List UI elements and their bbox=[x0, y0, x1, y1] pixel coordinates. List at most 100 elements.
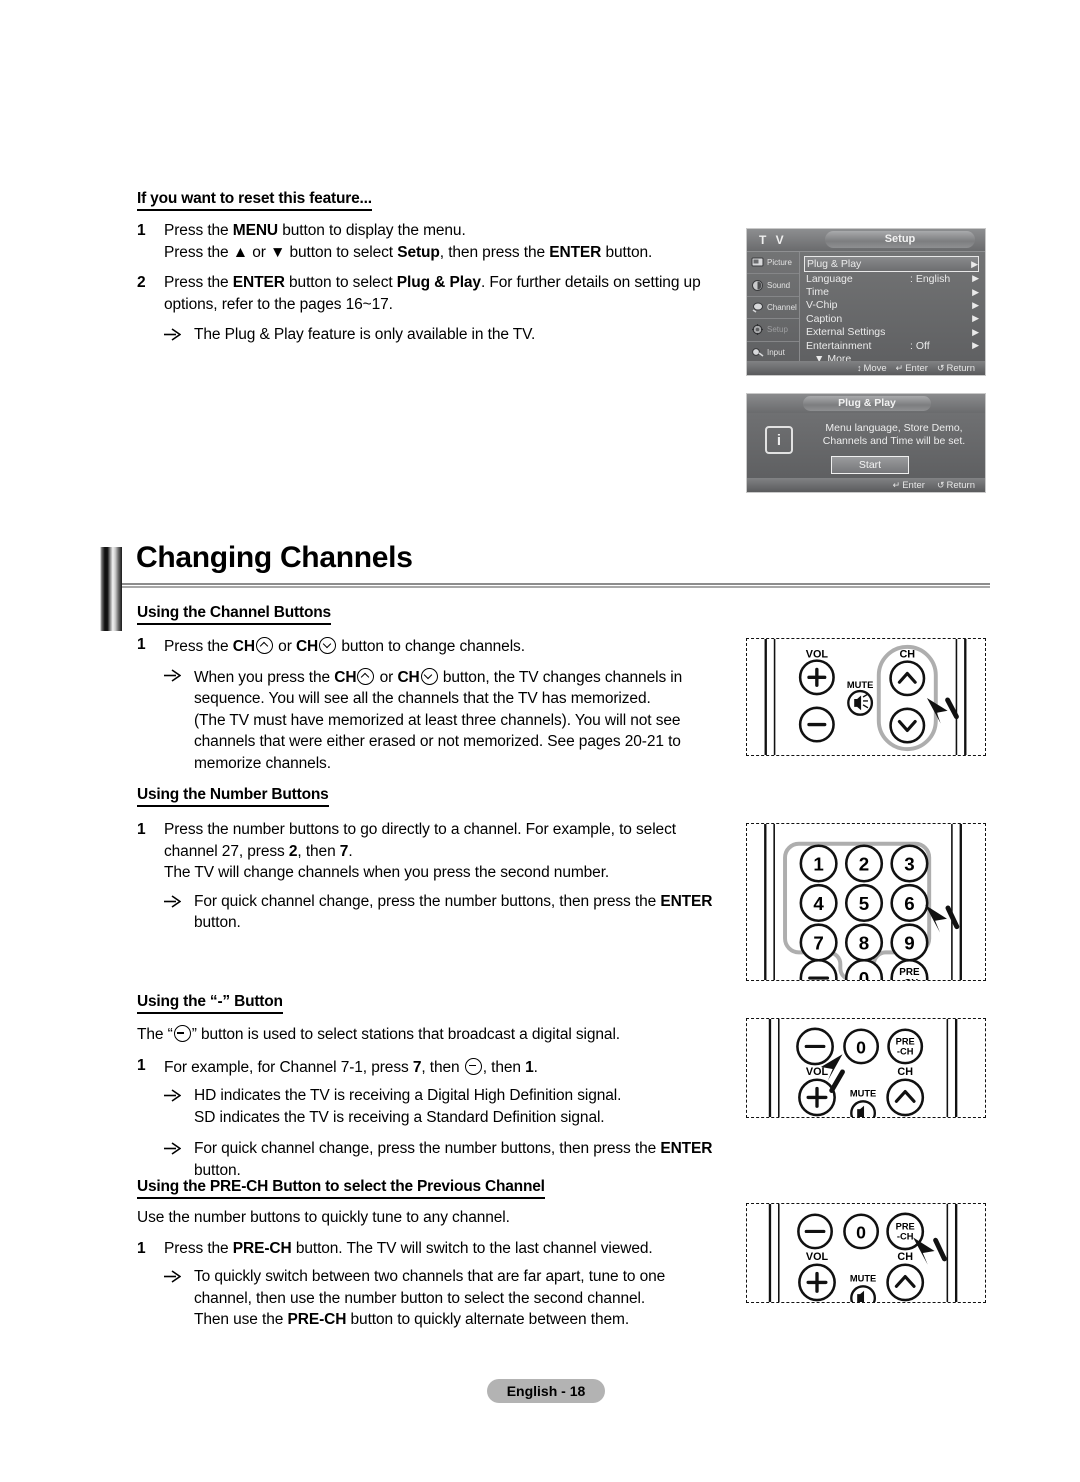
start-button[interactable]: Start bbox=[831, 456, 909, 474]
osd-row-entertainment[interactable]: Entertainment : Off ▶ bbox=[806, 339, 979, 352]
sidebar-item-channel[interactable]: Channel bbox=[747, 297, 799, 320]
note-text: HD indicates the TV is receiving a Digit… bbox=[194, 1085, 732, 1128]
input-icon bbox=[751, 346, 764, 359]
hint-label: Move bbox=[863, 362, 887, 374]
osd-row-vchip[interactable]: V-Chip ▶ bbox=[806, 299, 979, 312]
mute-label: MUTE bbox=[850, 1273, 876, 1283]
note-arrow-icon bbox=[164, 665, 194, 775]
minus-note-2: For quick channel change, press the numb… bbox=[164, 1138, 732, 1181]
reset-section-heading: If you want to reset this feature... bbox=[137, 190, 372, 211]
sidebar-item-sound[interactable]: Sound bbox=[747, 274, 799, 297]
step-number: 1 bbox=[137, 1056, 146, 1074]
enter-keyword: ENTER bbox=[660, 892, 713, 910]
step-text: For example, for Channel 7-1, press 7, t… bbox=[164, 1055, 732, 1079]
remote-keypad-svg: 1 2 3 4 5 6 7 8 9 0 PRE -CH bbox=[764, 824, 962, 980]
channel-buttons-heading: Using the Channel Buttons bbox=[137, 604, 331, 625]
t: or bbox=[248, 243, 271, 261]
osd-menu-list: Plug & Play ▶ Language : English ▶ Time … bbox=[800, 252, 985, 365]
pnp-message-line1: Menu language, Store Demo, bbox=[825, 422, 963, 434]
remote-channel-svg: VOL MUTE CH bbox=[764, 639, 967, 755]
key-3: 3 bbox=[904, 853, 914, 874]
note-arrow-icon bbox=[164, 1266, 194, 1331]
step-number: 1 bbox=[137, 1239, 146, 1257]
t: button to quickly alternate between them… bbox=[346, 1311, 630, 1328]
note-arrow-icon bbox=[164, 1138, 194, 1181]
reset-note: The Plug & Play feature is only availabl… bbox=[164, 324, 732, 346]
bullet-arrow-icon bbox=[164, 1142, 181, 1155]
step1-line1: Press the MENU button to display the men… bbox=[164, 222, 466, 239]
t: Press the bbox=[164, 638, 233, 655]
bullet-arrow-icon bbox=[164, 1089, 181, 1102]
step2-line2: options, refer to the pages 16~17. bbox=[164, 295, 393, 313]
key-4: 4 bbox=[813, 893, 824, 914]
t: Then use the bbox=[194, 1311, 288, 1328]
t: For quick channel change, press the numb… bbox=[194, 1140, 661, 1157]
key-prech-line1: PRE bbox=[896, 1221, 915, 1231]
info-icon: i bbox=[765, 426, 793, 454]
picture-icon bbox=[751, 256, 764, 269]
note-line-2: button. bbox=[194, 1161, 241, 1179]
mute-label: MUTE bbox=[847, 680, 873, 690]
t: button to select bbox=[284, 274, 397, 291]
t: . bbox=[533, 1058, 538, 1076]
row-label: Language bbox=[806, 272, 853, 285]
sidebar-item-picture[interactable]: Picture bbox=[747, 252, 799, 275]
note-line-1: HD indicates the TV is receiving a Digit… bbox=[194, 1087, 622, 1104]
note-arrow-icon bbox=[164, 1085, 194, 1128]
t: For quick channel change, press the numb… bbox=[194, 892, 661, 910]
key-6: 6 bbox=[904, 893, 914, 914]
key-prech-line1: PRE bbox=[899, 967, 920, 978]
osd-row-external-settings[interactable]: External Settings ▶ bbox=[806, 326, 979, 339]
row-label: Caption bbox=[806, 312, 843, 325]
step-text: Press the ENTER button to select Plug & … bbox=[164, 272, 732, 315]
osd-row-time[interactable]: Time ▶ bbox=[806, 285, 979, 298]
minus-key-icon bbox=[173, 1025, 191, 1042]
channel-up-icon bbox=[357, 667, 375, 685]
note-text: The Plug & Play feature is only availabl… bbox=[194, 326, 536, 343]
ch-label: CH bbox=[897, 1251, 913, 1263]
row-label: External Settings bbox=[806, 326, 886, 339]
note-line-3: (The TV must have memorized at least thr… bbox=[194, 711, 681, 729]
minus-note-1: HD indicates the TV is receiving a Digit… bbox=[164, 1085, 732, 1128]
manual-page: If you want to reset this feature... 1 P… bbox=[0, 0, 1080, 1482]
row-label: V-Chip bbox=[806, 299, 838, 312]
osd-titlebar: T V Setup bbox=[747, 229, 985, 252]
down-triangle-icon: ▼ bbox=[270, 243, 286, 261]
ch-label: CH bbox=[899, 649, 915, 661]
osd-row-caption[interactable]: Caption ▶ bbox=[806, 312, 979, 325]
pnp-tab-label: Plug & Play bbox=[803, 396, 931, 411]
chevron-right-icon: ▶ bbox=[971, 258, 978, 269]
key-prech-line2: -CH bbox=[901, 978, 919, 980]
channel-icon bbox=[751, 301, 764, 314]
vol-label: VOL bbox=[806, 649, 829, 661]
digit-keyword: 1 bbox=[525, 1058, 534, 1076]
t: or bbox=[375, 668, 398, 686]
tv-osd-plug-play-dialog: Plug & Play i Menu language, Store Demo,… bbox=[746, 393, 986, 493]
return-arrow-icon: ↺ bbox=[936, 362, 945, 373]
mute-label: MUTE bbox=[850, 1088, 876, 1098]
key-1: 1 bbox=[813, 853, 823, 874]
enter-arrow-icon: ↵ bbox=[895, 362, 904, 373]
chevron-right-icon: ▶ bbox=[972, 299, 979, 310]
hint-return: ↺ Return bbox=[937, 480, 975, 491]
note-line-2: SD indicates the TV is receiving a Stand… bbox=[194, 1108, 605, 1126]
step-number: 2 bbox=[137, 274, 146, 291]
sidebar-item-setup[interactable]: Setup bbox=[747, 319, 799, 342]
minus-step-1: 1 For example, for Channel 7-1, press 7,… bbox=[137, 1055, 732, 1079]
key-8: 8 bbox=[859, 932, 869, 953]
key-5: 5 bbox=[859, 893, 869, 914]
chevron-right-icon: ▶ bbox=[972, 326, 979, 337]
row-value: : Off bbox=[910, 339, 930, 352]
channel-down-icon bbox=[319, 637, 337, 654]
chevron-right-icon: ▶ bbox=[972, 340, 979, 351]
enter-keyword: ENTER bbox=[549, 243, 602, 261]
channel-step-1: 1 Press the CH or CH button to change ch… bbox=[137, 634, 732, 658]
step1-line2: Press the ▲ or ▼ button to select Setup,… bbox=[164, 244, 652, 261]
hint-label: Return bbox=[946, 479, 975, 491]
osd-row-language[interactable]: Language : English ▶ bbox=[806, 272, 979, 285]
osd-row-plug-play[interactable]: Plug & Play ▶ bbox=[804, 256, 979, 272]
remote-prech-svg: 0 PRE -CH VOL CH MUTE bbox=[768, 1204, 958, 1302]
note-text: To quickly switch between two channels t… bbox=[194, 1266, 732, 1331]
key-9: 9 bbox=[904, 932, 914, 953]
t: button to display the menu. bbox=[278, 222, 466, 239]
